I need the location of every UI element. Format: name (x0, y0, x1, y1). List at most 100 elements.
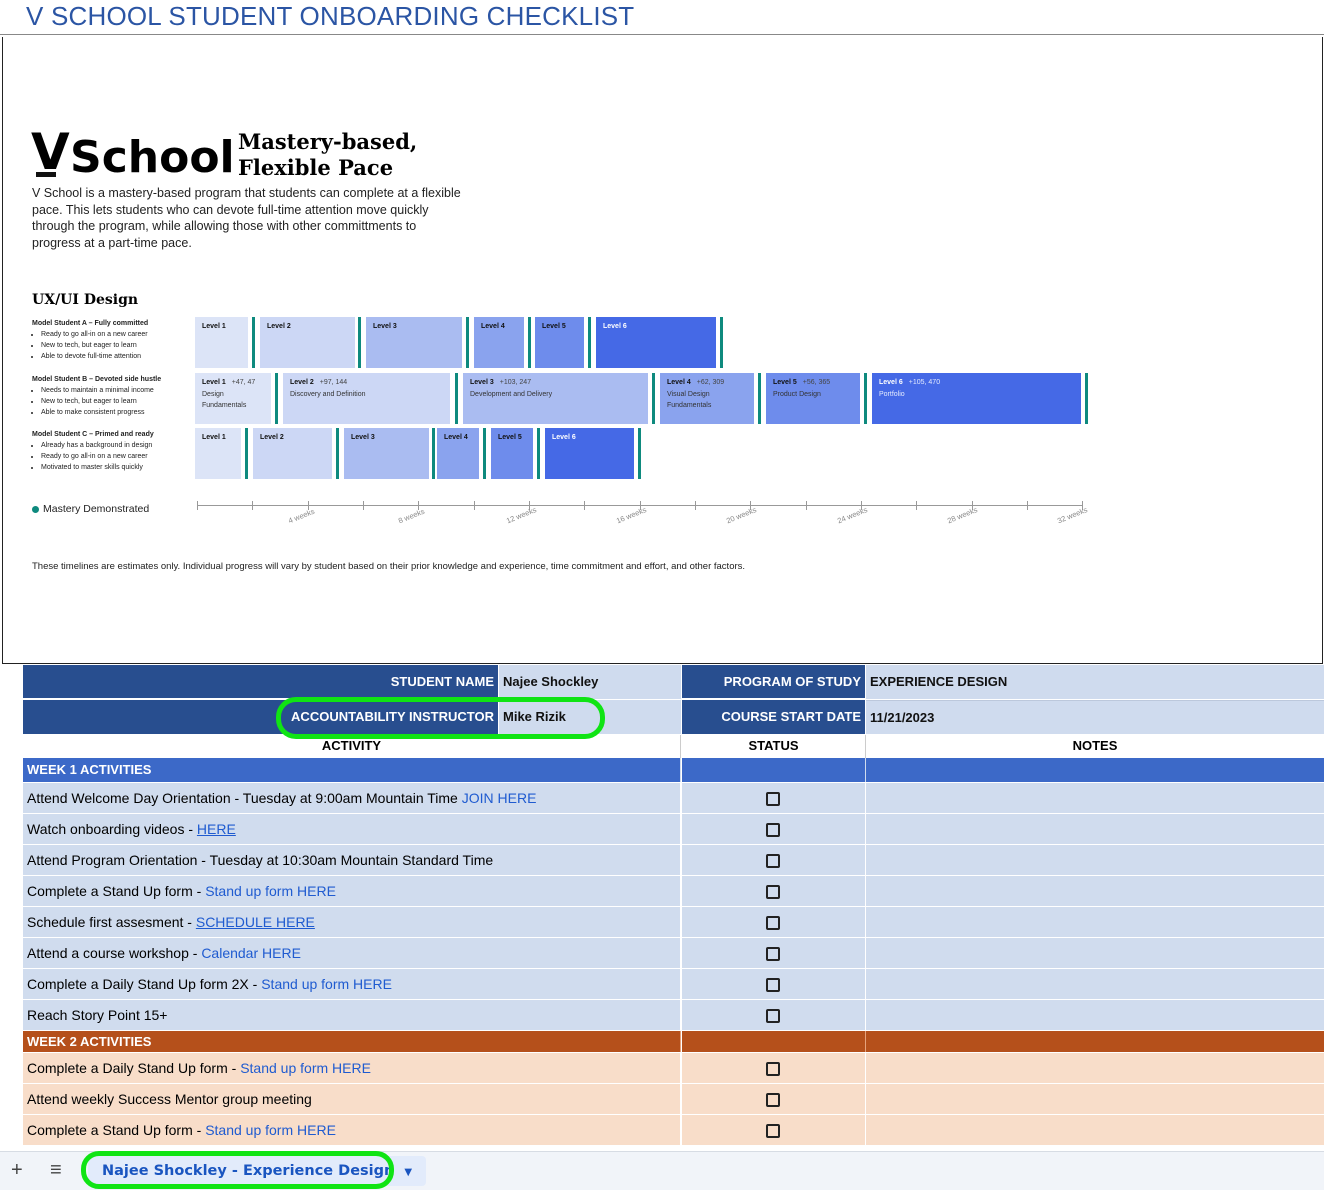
mastery-marker (275, 373, 278, 424)
student-name-value[interactable]: Najee Shockley (499, 665, 681, 699)
mastery-marker (245, 428, 248, 479)
vschool-logo-underline (36, 172, 56, 177)
notes-cell[interactable] (866, 875, 1324, 906)
mastery-marker (483, 428, 486, 479)
model-student-a: Model Student A – Fully committed Ready … (32, 318, 192, 362)
mastery-dot-icon (32, 505, 39, 513)
activity-cell[interactable]: Schedule first assesment - SCHEDULE HERE (23, 906, 681, 937)
status-checkbox[interactable] (766, 854, 780, 868)
axis-tick (363, 501, 364, 510)
activity-link[interactable]: Stand up form HERE (205, 1122, 336, 1138)
model-bullet: Ready to go all-in on a new career (41, 329, 192, 340)
activity-link[interactable]: Stand up form HERE (240, 1060, 371, 1076)
activity-cell[interactable]: Watch onboarding videos - HERE (23, 813, 681, 844)
model-bullet: Needs to maintain a minimal income (41, 385, 192, 396)
activity-cell[interactable]: Attend Welcome Day Orientation - Tuesday… (23, 782, 681, 813)
activity-link[interactable]: SCHEDULE HERE (196, 914, 315, 930)
row-b-level-1: Level 1 +47, 47 Design Fundamentals (195, 373, 271, 424)
activity-link[interactable]: Stand up form HERE (261, 976, 392, 992)
notes-cell[interactable] (866, 999, 1324, 1030)
model-bullet: Able to make consistent progress (41, 407, 192, 418)
model-title: Model Student B – Devoted side hustle (32, 376, 162, 383)
infographic-section-title: UX/UI Design (32, 292, 139, 308)
model-student-b: Model Student B – Devoted side hustle Ne… (32, 374, 192, 418)
mastery-marker (588, 317, 591, 368)
week2-header-status (682, 1031, 866, 1052)
activity-cell[interactable]: Attend a course workshop - Calendar HERE (23, 937, 681, 968)
mastery-marker (758, 373, 761, 424)
row-b-level-2: Level 2 +97, 144 Discovery and Definition (283, 373, 450, 424)
activity-cell[interactable]: Complete a Stand Up form - Stand up form… (23, 875, 681, 906)
axis-tick (474, 501, 475, 510)
start-date-value[interactable]: 11/21/2023 (866, 700, 1324, 734)
vschool-logo-v: V (31, 123, 70, 181)
status-checkbox[interactable] (766, 978, 780, 992)
mastery-marker (455, 373, 458, 424)
program-value[interactable]: EXPERIENCE DESIGN (866, 665, 1324, 699)
activity-text: Complete a Daily Stand Up form 2X - (27, 976, 262, 992)
infographic-tagline: Mastery-based, Flexible Pace (238, 129, 418, 180)
mastery-marker (336, 428, 339, 479)
instructor-highlight (276, 697, 605, 739)
notes-cell[interactable] (866, 844, 1324, 875)
status-checkbox[interactable] (766, 885, 780, 899)
axis-tick (695, 501, 696, 510)
model-bullet: Motivated to master skills quickly (41, 462, 192, 473)
activity-text: Attend Program Orientation - Tuesday at … (27, 852, 494, 868)
activity-text: Watch onboarding videos - (27, 821, 197, 837)
model-bullet: Ready to go all-in on a new career (41, 451, 192, 462)
axis-tick (584, 501, 585, 510)
row-a-level-1: Level 1 (195, 317, 248, 368)
row-c-level-1: Level 1 (195, 428, 241, 479)
notes-cell[interactable] (866, 937, 1324, 968)
tab-caret-icon[interactable]: ▼ (404, 1167, 412, 1178)
sheet-title: V SCHOOL STUDENT ONBOARDING CHECKLIST (26, 1, 635, 31)
mastery-marker (638, 428, 641, 479)
row-c-level-6: Level 6 (545, 428, 634, 479)
model-title: Model Student A – Fully committed (32, 320, 149, 327)
status-checkbox[interactable] (766, 1093, 780, 1107)
notes-cell[interactable] (866, 1052, 1324, 1083)
all-sheets-menu-icon[interactable]: ≡ (50, 1160, 62, 1180)
activity-link[interactable]: HERE (197, 821, 236, 837)
activity-cell[interactable]: Complete a Stand Up form - Stand up form… (23, 1114, 681, 1145)
row-c-level-2: Level 2 (253, 428, 332, 479)
activity-link[interactable]: JOIN HERE (462, 790, 537, 806)
infographic-intro: V School is a mastery-based program that… (32, 186, 461, 250)
row-c-level-5: Level 5 (491, 428, 533, 479)
status-checkbox[interactable] (766, 1009, 780, 1023)
notes-cell[interactable] (866, 813, 1324, 844)
mastery-marker (537, 428, 540, 479)
activity-cell[interactable]: Complete a Daily Stand Up form - Stand u… (23, 1052, 681, 1083)
notes-cell[interactable] (866, 1114, 1324, 1145)
add-sheet-icon[interactable]: + (11, 1160, 23, 1180)
row-a-level-3: Level 3 (366, 317, 462, 368)
notes-cell[interactable] (866, 1083, 1324, 1114)
status-checkbox[interactable] (766, 1124, 780, 1138)
row-b-level-3: Level 3 +103, 247 Development and Delivery (463, 373, 648, 424)
notes-cell[interactable] (866, 968, 1324, 999)
notes-column-header: NOTES (866, 735, 1324, 758)
row-c-level-4: Level 4 (437, 428, 479, 479)
mastery-marker (252, 317, 255, 368)
notes-cell[interactable] (866, 906, 1324, 937)
activity-cell[interactable]: Complete a Daily Stand Up form 2X - Stan… (23, 968, 681, 999)
week1-header: WEEK 1 ACTIVITIES (23, 758, 681, 782)
activity-cell[interactable]: Reach Story Point 15+ (23, 999, 681, 1030)
axis-tick (197, 501, 198, 510)
activity-link[interactable]: Calendar HERE (201, 945, 301, 961)
status-checkbox[interactable] (766, 823, 780, 837)
row-a-level-4: Level 4 (474, 317, 524, 368)
activity-text: Attend a course workshop - (27, 945, 202, 961)
status-checkbox[interactable] (766, 1062, 780, 1076)
activity-link[interactable]: Stand up form HERE (205, 883, 336, 899)
activity-cell[interactable]: Attend weekly Success Mentor group meeti… (23, 1083, 681, 1114)
status-checkbox[interactable] (766, 947, 780, 961)
activity-text: Attend Welcome Day Orientation - Tuesday… (27, 790, 462, 806)
status-checkbox[interactable] (766, 792, 780, 806)
activity-text: Attend weekly Success Mentor group meeti… (27, 1091, 312, 1107)
status-checkbox[interactable] (766, 916, 780, 930)
notes-cell[interactable] (866, 782, 1324, 813)
activity-cell[interactable]: Attend Program Orientation - Tuesday at … (23, 844, 681, 875)
tab-highlight (81, 1151, 394, 1189)
